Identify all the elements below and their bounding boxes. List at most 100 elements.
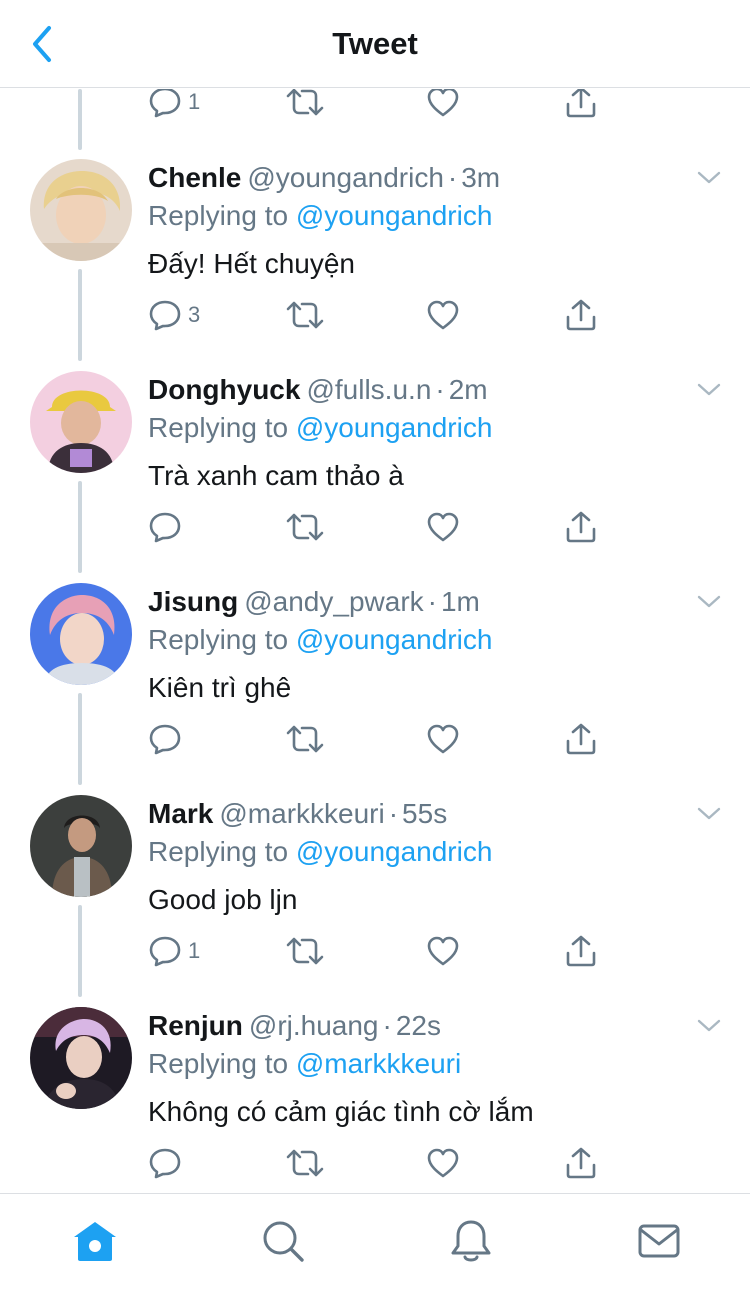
user-handle: @fulls.u.n	[306, 374, 432, 405]
more-options-button[interactable]	[694, 587, 724, 617]
share-button[interactable]	[564, 507, 598, 547]
like-button[interactable]	[426, 1143, 460, 1183]
reply-button[interactable]: 1	[148, 931, 200, 971]
share-button[interactable]	[564, 89, 598, 122]
display-name[interactable]: Chenle	[148, 162, 241, 193]
more-options-button[interactable]	[694, 375, 724, 405]
like-button[interactable]	[426, 507, 460, 547]
tab-home[interactable]	[70, 1216, 120, 1266]
share-button[interactable]	[564, 931, 598, 971]
display-name[interactable]: Mark	[148, 798, 213, 829]
reply-count: 3	[188, 302, 201, 327]
avatar[interactable]	[30, 1007, 132, 1109]
retweet-button[interactable]	[286, 89, 324, 122]
tweet-text: Không có cảm giác tình cờ lắm	[148, 1096, 534, 1127]
mention-link[interactable]: @youngandrich	[296, 624, 493, 655]
mention-link[interactable]: @youngandrich	[296, 836, 493, 867]
chevron-down-icon	[697, 595, 721, 608]
user-handle: @markkkeuri	[219, 798, 385, 829]
retweet-icon	[286, 725, 324, 753]
like-button[interactable]	[426, 295, 460, 335]
mention-link[interactable]: @youngandrich	[296, 412, 493, 443]
separator-dot: ·	[447, 162, 458, 193]
timestamp: 22s	[395, 1010, 441, 1041]
tweet-text: Đấy! Hết chuyện	[148, 248, 355, 279]
reply-button[interactable]	[148, 1143, 188, 1183]
reply-button[interactable]	[148, 507, 188, 547]
chevron-down-icon	[697, 171, 721, 184]
more-options-button[interactable]	[694, 1011, 724, 1041]
reply-icon	[149, 300, 181, 331]
separator-dot: ·	[435, 374, 445, 405]
mention-link[interactable]: @youngandrich	[296, 200, 493, 231]
mention-link[interactable]: @markkkeuri	[296, 1048, 461, 1079]
tweet-header: Mark @markkkeuri · 55s	[148, 797, 447, 831]
tweet-actions	[148, 1143, 618, 1183]
tweet-actions: 3	[148, 295, 618, 335]
retweet-icon	[286, 937, 324, 965]
heart-icon	[427, 936, 459, 966]
tweet-text: Good job ljn	[148, 884, 298, 915]
like-button[interactable]	[426, 89, 460, 122]
bell-icon	[451, 1220, 491, 1262]
share-button[interactable]	[564, 295, 598, 335]
share-icon	[566, 935, 596, 967]
thread-connector	[78, 89, 82, 150]
retweet-button[interactable]	[286, 1143, 324, 1183]
tab-messages[interactable]	[634, 1216, 684, 1266]
reply-icon	[149, 89, 181, 118]
avatar[interactable]	[30, 371, 132, 473]
avatar[interactable]	[30, 159, 132, 261]
tab-notifications[interactable]	[446, 1216, 496, 1266]
share-button[interactable]	[564, 719, 598, 759]
page-title: Tweet	[332, 26, 418, 61]
timestamp: 3m	[461, 162, 501, 193]
retweet-icon	[286, 1149, 324, 1177]
tweet-actions: 1	[148, 89, 618, 122]
retweet-button[interactable]	[286, 507, 324, 547]
more-options-button[interactable]	[694, 799, 724, 829]
retweet-icon	[286, 89, 324, 116]
heart-icon	[427, 1148, 459, 1178]
retweet-icon	[286, 513, 324, 541]
retweet-icon	[286, 301, 324, 329]
heart-icon	[427, 300, 459, 330]
reply-button[interactable]: 3	[148, 295, 200, 335]
like-button[interactable]	[426, 931, 460, 971]
replying-to-line: Replying to @markkkeuri	[148, 1047, 461, 1081]
more-options-button[interactable]	[694, 163, 724, 193]
avatar[interactable]	[30, 795, 132, 897]
tweet-item[interactable]: Jisung @andy_pwark · 1m Replying to @younga…	[0, 583, 750, 795]
reply-count: 1	[188, 89, 201, 114]
reply-thread[interactable]: 1 Chenle@youngandrich·3m Replying to	[0, 89, 750, 1193]
timestamp: 55s	[402, 798, 448, 829]
display-name[interactable]: Renjun	[148, 1010, 243, 1041]
replying-to-label: Replying to	[148, 624, 289, 655]
replying-to-label: Replying to	[148, 836, 289, 867]
tab-search[interactable]	[258, 1216, 308, 1266]
tweet-actions	[148, 507, 618, 547]
separator-dot: ·	[427, 586, 437, 617]
retweet-button[interactable]	[286, 719, 324, 759]
tweet-item[interactable]: Mark @markkkeuri · 55s Replying to @youngan…	[0, 795, 750, 1007]
tweet-text: Kiên trì ghê	[148, 672, 292, 703]
avatar[interactable]	[30, 583, 132, 685]
replying-to-line: Replying to @youngandrich	[148, 411, 492, 445]
tweet-item[interactable]: Chenle @youngandrich · 3m Replying to @youn…	[0, 159, 750, 371]
chevron-down-icon	[697, 383, 721, 396]
display-name[interactable]: Jisung	[148, 586, 238, 617]
reply-button[interactable]	[148, 719, 188, 759]
like-button[interactable]	[426, 719, 460, 759]
retweet-button[interactable]	[286, 295, 324, 335]
reply-button[interactable]: 1	[148, 89, 200, 122]
retweet-button[interactable]	[286, 931, 324, 971]
tweet-item[interactable]: Renjun @rj.huang · 22s Replying to @markkke…	[0, 1007, 750, 1193]
display-name[interactable]: Donghyuck	[148, 374, 300, 405]
share-icon	[566, 299, 596, 331]
reply-count: 1	[188, 938, 201, 963]
replying-to-line: Replying to @youngandrich	[148, 199, 492, 233]
share-button[interactable]	[564, 1143, 598, 1183]
user-handle: @andy_pwark	[244, 586, 424, 617]
tweet-header: Chenle @youngandrich · 3m	[148, 161, 500, 195]
tweet-item[interactable]: Donghyuck @fulls.u.n · 2m Replying to @youn…	[0, 371, 750, 583]
